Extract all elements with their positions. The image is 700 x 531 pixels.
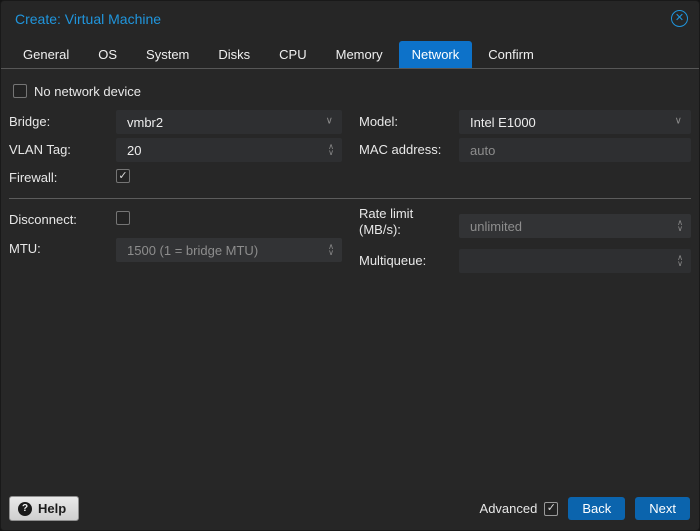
tab-os[interactable]: OS	[85, 41, 130, 69]
help-button-label: Help	[38, 501, 67, 516]
rate-limit-label: Rate limit (MB/s):	[359, 206, 414, 237]
disconnect-checkbox[interactable]: ✓	[116, 211, 130, 225]
help-button[interactable]: ? Help	[9, 496, 80, 521]
bridge-label: Bridge:	[9, 114, 51, 129]
mac-address-input[interactable]: auto	[459, 138, 691, 162]
spinner-down-icon: ∨	[328, 248, 334, 257]
mtu-label: MTU:	[9, 241, 41, 256]
model-combobox[interactable]: Intel E1000 ∨	[459, 110, 691, 134]
tab-bar: General OS System Disks CPU Memory Netwo…	[10, 40, 550, 69]
close-glyph: ✕	[674, 12, 685, 24]
chevron-down-icon[interactable]: ∨	[675, 116, 682, 127]
no-network-device-checkbox[interactable]: ✓	[13, 84, 27, 98]
check-icon: ✓	[118, 169, 128, 182]
tab-cpu[interactable]: CPU	[266, 41, 319, 69]
tab-network[interactable]: Network	[398, 41, 473, 69]
vlan-tag-value: 20	[127, 142, 142, 158]
section-divider	[9, 198, 691, 199]
tab-system[interactable]: System	[133, 41, 202, 69]
next-button[interactable]: Next	[635, 497, 690, 520]
advanced-label: Advanced	[479, 501, 538, 516]
rate-limit-placeholder: unlimited	[470, 218, 523, 234]
rate-limit-spinner: unlimited ∧ ∨	[459, 214, 691, 238]
tab-disks[interactable]: Disks	[205, 41, 263, 69]
disconnect-label: Disconnect:	[9, 212, 77, 227]
mtu-spinner: 1500 (1 = bridge MTU) ∧ ∨	[116, 238, 342, 262]
bridge-value: vmbr2	[127, 114, 164, 130]
tab-memory[interactable]: Memory	[323, 41, 396, 69]
chevron-down-icon[interactable]: ∨	[326, 116, 333, 127]
multiqueue-label: Multiqueue:	[359, 253, 427, 268]
check-icon: ✓	[546, 502, 556, 514]
close-icon[interactable]: ✕	[671, 10, 688, 27]
mtu-placeholder: 1500 (1 = bridge MTU)	[127, 242, 259, 258]
spinner-down-icon[interactable]: ∨	[328, 149, 334, 157]
model-label: Model:	[359, 114, 399, 129]
firewall-label: Firewall:	[9, 170, 58, 185]
spinner-icons[interactable]: ∧ ∨	[328, 143, 334, 157]
dialog-title: Create: Virtual Machine	[15, 11, 162, 27]
tab-confirm[interactable]: Confirm	[475, 41, 547, 69]
firewall-checkbox[interactable]: ✓	[116, 169, 130, 183]
footer-toolbar: ? Help Advanced ✓ Back Next	[1, 490, 699, 530]
footer-actions: Advanced ✓ Back Next	[480, 497, 690, 520]
help-icon: ?	[18, 501, 32, 516]
spinner-icons: ∧ ∨	[328, 243, 334, 257]
model-value: Intel E1000	[470, 114, 536, 130]
vlan-tag-spinner[interactable]: 20 ∧ ∨	[116, 138, 342, 162]
mac-address-label: MAC address:	[359, 142, 442, 157]
no-network-device-label: No network device	[34, 84, 141, 99]
network-form-panel: ✓ No network device Bridge: vmbr2 ∨ Mode…	[1, 68, 699, 491]
vlan-tag-label: VLAN Tag:	[9, 142, 71, 157]
spinner-down-icon: ∨	[677, 224, 683, 233]
mac-address-placeholder: auto	[470, 142, 496, 158]
spinner-icons[interactable]: ∧ ∨	[677, 254, 683, 268]
bridge-combobox[interactable]: vmbr2 ∨	[116, 110, 342, 134]
spinner-down-icon[interactable]: ∨	[677, 260, 683, 268]
create-vm-dialog: Create: Virtual Machine ✕ General OS Sys…	[0, 0, 700, 531]
advanced-checkbox[interactable]: ✓	[544, 501, 559, 516]
tab-general[interactable]: General	[10, 41, 82, 69]
spinner-icons: ∧ ∨	[677, 219, 683, 233]
multiqueue-spinner[interactable]: ∧ ∨	[459, 249, 691, 273]
back-button[interactable]: Back	[568, 497, 626, 520]
